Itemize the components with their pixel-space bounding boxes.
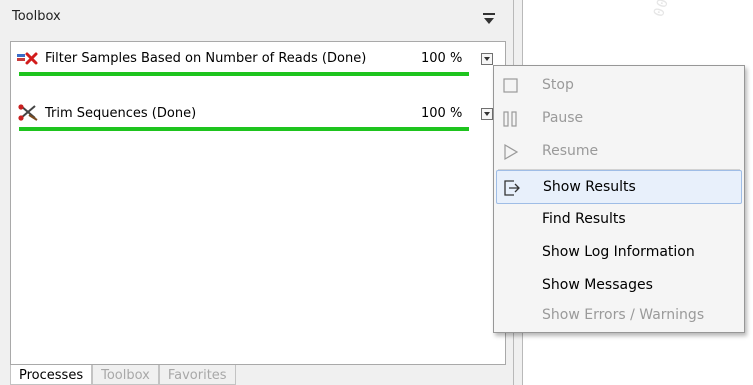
menu-item-show-errors-warnings[interactable]: Show Errors / Warnings: [496, 299, 742, 333]
menu-item-show-messages[interactable]: Show Messages: [496, 269, 742, 303]
tab-favorites[interactable]: Favorites: [158, 365, 236, 385]
process-percent: 100 %: [421, 51, 463, 66]
menu-item-label: Resume: [542, 143, 599, 159]
process-menu-button[interactable]: [481, 108, 493, 120]
panel-title: Toolbox: [12, 9, 61, 24]
process-item-filter-samples: Filter Samples Based on Number of Reads …: [11, 48, 505, 88]
panel-menu-icon[interactable]: [482, 12, 496, 26]
process-list: Filter Samples Based on Number of Reads …: [10, 41, 506, 365]
menu-item-label: Stop: [542, 77, 574, 93]
workspace-watermark: 001: [651, 0, 675, 19]
tab-processes[interactable]: Processes: [10, 365, 93, 385]
process-context-menu: Stop Pause Resume Show Results Find Resu…: [493, 65, 745, 333]
process-name: Filter Samples Based on Number of Reads …: [45, 51, 367, 66]
trim-sequences-icon: [17, 104, 41, 122]
filter-samples-icon: [17, 49, 41, 67]
menu-item-resume[interactable]: Resume: [496, 135, 742, 169]
progress-bar-fill: [19, 127, 469, 131]
menu-item-label: Show Errors / Warnings: [542, 307, 705, 323]
show-results-icon: [503, 179, 521, 197]
menu-item-label: Show Messages: [542, 277, 653, 293]
process-percent: 100 %: [421, 106, 463, 121]
progress-bar-fill: [19, 72, 469, 76]
menu-item-show-log-information[interactable]: Show Log Information: [496, 236, 742, 270]
tab-toolbox[interactable]: Toolbox: [92, 365, 159, 385]
menu-item-label: Show Results: [543, 179, 636, 195]
progress-bar: [19, 127, 469, 131]
menu-item-pause[interactable]: Pause: [496, 102, 742, 136]
pause-icon: [502, 110, 520, 128]
progress-bar: [19, 72, 469, 76]
menu-item-show-results[interactable]: Show Results: [496, 170, 742, 204]
menu-item-label: Pause: [542, 110, 584, 126]
process-name: Trim Sequences (Done): [45, 106, 197, 121]
process-item-trim-sequences: Trim Sequences (Done) 100 %: [11, 103, 505, 143]
process-menu-button[interactable]: [481, 53, 493, 65]
resume-icon: [502, 143, 520, 161]
toolbox-panel-header: Toolbox: [0, 0, 512, 36]
menu-item-find-results[interactable]: Find Results: [496, 203, 742, 237]
menu-item-stop[interactable]: Stop: [496, 69, 742, 103]
menu-item-label: Show Log Information: [542, 244, 695, 260]
stop-icon: [502, 77, 520, 95]
menu-item-label: Find Results: [542, 211, 626, 227]
panel-tabs: Processes Toolbox Favorites: [10, 365, 236, 385]
